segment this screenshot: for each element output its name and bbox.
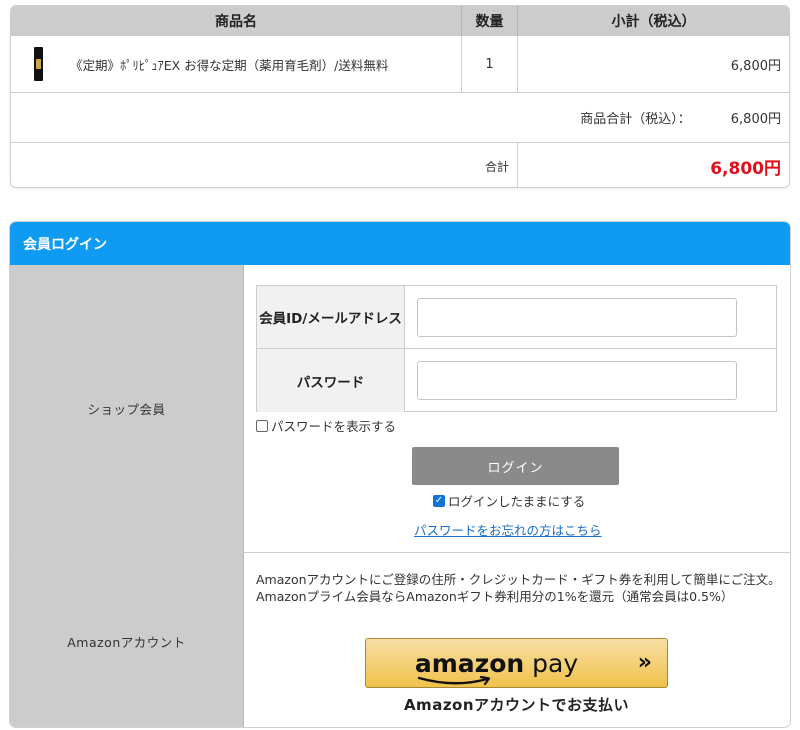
amazon-description-line1: Amazonアカウントにご登録の住所・クレジットカード・ギフト券を利用して簡単に… <box>256 572 781 587</box>
member-id-input[interactable] <box>417 297 737 337</box>
product-quantity: 1 <box>462 36 518 92</box>
product-subtotal: 6,800円 <box>730 58 781 74</box>
goods-total-value: 6,800円 <box>730 112 781 127</box>
amazon-pay-button[interactable]: amazon pay » <box>365 638 668 688</box>
goods-total-row: 商品合計（税込）： 6,800円 <box>11 93 789 143</box>
keep-logged-in-checkbox[interactable]: ✓ <box>433 494 445 507</box>
login-form-table: 会員ID/メールアドレス パスワード <box>256 285 777 412</box>
grand-total-row: 合計 6,800円 <box>11 143 789 187</box>
login-button[interactable]: ログイン <box>412 447 619 485</box>
amazon-pay-logo-bold: amazon <box>414 648 525 678</box>
amazon-description-line2: Amazonプライム会員ならAmazonギフト券利用分の1%を還元（通常会員は0… <box>256 589 734 604</box>
password-input[interactable] <box>417 361 737 400</box>
amazon-pay-caption: Amazonアカウントでお支払い <box>403 696 630 714</box>
header-quantity: 数量 <box>462 6 518 36</box>
grand-total-value: 6,800円 <box>710 158 781 179</box>
login-panel-title: 会員ログイン <box>10 222 790 265</box>
cart-table: 商品名 数量 小計（税込） 《定期》ﾎﾟﾘﾋﾟｭｱEX お得な定期（薬用育毛剤）… <box>10 5 790 188</box>
header-subtotal: 小計（税込） <box>611 14 696 30</box>
keep-logged-in-option[interactable]: ✓ ログインしたままにする <box>433 491 585 510</box>
forgot-password-link[interactable]: パスワードをお忘れの方はこちら <box>414 520 602 539</box>
show-password-checkbox[interactable] <box>256 419 268 432</box>
header-product-name: 商品名 <box>11 6 462 36</box>
shop-member-section: ショップ会員 会員ID/メールアドレス パスワード パスワードを表示する ログイ… <box>10 265 790 553</box>
product-name: 《定期》ﾎﾟﾘﾋﾟｭｱEX お得な定期（薬用育毛剤）/送料無料 <box>70 57 389 73</box>
show-password-label: パスワードを表示する <box>271 419 397 434</box>
amazon-account-label: Amazonアカウント <box>10 553 244 727</box>
amazon-pay-logo: amazon pay <box>414 648 579 685</box>
grand-total-label: 合計 <box>11 143 518 187</box>
password-label: パスワード <box>257 349 405 412</box>
double-chevron-right-icon: » <box>637 650 652 675</box>
goods-total-label: 商品合計（税込）： <box>580 112 691 127</box>
login-panel: 会員ログイン ショップ会員 会員ID/メールアドレス パスワード パスワードを表… <box>9 221 791 728</box>
amazon-smile-icon <box>417 675 490 685</box>
cart-item-row: 《定期》ﾎﾟﾘﾋﾟｭｱEX お得な定期（薬用育毛剤）/送料無料 1 6,800円 <box>11 36 789 93</box>
product-thumbnail <box>34 47 43 81</box>
member-id-label: 会員ID/メールアドレス <box>257 286 405 348</box>
amazon-account-section: Amazonアカウント Amazonアカウントにご登録の住所・クレジットカード・… <box>10 553 790 727</box>
shop-member-label: ショップ会員 <box>10 265 244 552</box>
amazon-pay-logo-light: pay <box>524 648 579 678</box>
show-password-option[interactable]: パスワードを表示する <box>256 416 396 435</box>
amazon-description: Amazonアカウントにご登録の住所・クレジットカード・ギフト券を利用して簡単に… <box>256 571 781 605</box>
keep-logged-in-label: ログインしたままにする <box>448 494 586 509</box>
cart-header-row: 商品名 数量 小計（税込） <box>11 6 789 36</box>
